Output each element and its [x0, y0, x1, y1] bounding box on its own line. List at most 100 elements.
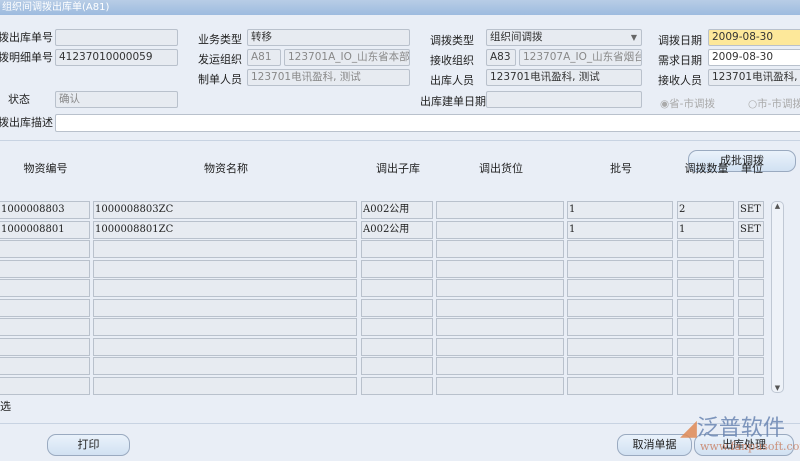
cell-unit[interactable]: SET — [738, 220, 764, 239]
cell-out-subinventory[interactable] — [361, 279, 433, 297]
cell-batch-no[interactable]: 1 — [567, 201, 673, 219]
watermark-logo: ◢泛普软件 — [680, 416, 785, 441]
cell-quantity[interactable] — [677, 357, 734, 375]
recv-person-field[interactable]: 123701电讯盈科, 测试 — [708, 69, 800, 86]
window-title: 组织间调拨出库单(A81) — [0, 0, 800, 15]
cell-batch-no[interactable] — [567, 298, 673, 317]
cell-unit[interactable] — [738, 298, 764, 317]
cell-batch-no[interactable] — [567, 376, 673, 395]
cell-quantity[interactable] — [677, 279, 734, 297]
cell-quantity[interactable] — [677, 337, 734, 356]
transfer-date-label: 调拨日期 — [658, 34, 702, 47]
cell-unit[interactable] — [738, 240, 764, 258]
cell-out-subinventory[interactable] — [361, 259, 433, 278]
cell-out-locator[interactable] — [436, 298, 564, 317]
cell-item-name[interactable] — [93, 298, 357, 317]
cell-item-name[interactable] — [93, 376, 357, 395]
cell-item-code[interactable] — [0, 357, 90, 375]
status-label: 状态 — [8, 93, 30, 106]
out-no-field[interactable] — [55, 29, 178, 46]
biz-type-field: 转移 — [247, 29, 410, 46]
cell-quantity[interactable] — [677, 376, 734, 395]
cell-unit[interactable] — [738, 259, 764, 278]
cell-unit[interactable] — [738, 279, 764, 297]
creator-field: 123701电讯盈科, 测试 — [247, 69, 410, 86]
print-button[interactable]: 打印 — [47, 434, 130, 456]
cell-out-subinventory[interactable] — [361, 318, 433, 336]
cell-batch-no[interactable]: 1 — [567, 220, 673, 239]
cell-item-code[interactable] — [0, 376, 90, 395]
header-unit: 单位 — [741, 162, 763, 175]
cell-out-locator[interactable] — [436, 357, 564, 375]
cell-item-name[interactable] — [93, 259, 357, 278]
cell-item-code[interactable]: 1000008803 — [0, 201, 90, 219]
cell-item-name[interactable] — [93, 337, 357, 356]
radio-empty-icon: ○ — [748, 98, 758, 110]
header-batch-no: 批号 — [610, 162, 632, 175]
cell-out-locator[interactable] — [436, 337, 564, 356]
cell-item-name[interactable] — [93, 357, 357, 375]
radio-city-city[interactable]: ○市-市调拨 — [748, 96, 800, 111]
cell-batch-no[interactable] — [567, 318, 673, 336]
cell-batch-no[interactable] — [567, 259, 673, 278]
cell-item-name[interactable] — [93, 240, 357, 258]
cell-item-name[interactable] — [93, 279, 357, 297]
cell-out-locator[interactable] — [436, 201, 564, 219]
cell-quantity[interactable] — [677, 259, 734, 278]
transfer-date-field[interactable]: 2009-08-30 — [708, 29, 800, 46]
table-scrollbar[interactable]: ▲ ▼ — [771, 201, 784, 393]
cell-unit[interactable] — [738, 357, 764, 375]
need-date-field[interactable]: 2009-08-30 — [708, 49, 800, 66]
cell-out-subinventory[interactable]: A002公用 — [361, 201, 433, 219]
cell-out-locator[interactable] — [436, 279, 564, 297]
out-person-label: 出库人员 — [430, 74, 474, 87]
cell-quantity[interactable]: 2 — [677, 201, 734, 219]
cell-item-name[interactable] — [93, 318, 357, 336]
cell-item-code[interactable] — [0, 259, 90, 278]
cell-batch-no[interactable] — [567, 279, 673, 297]
cell-quantity[interactable]: 1 — [677, 220, 734, 239]
cell-out-locator[interactable] — [436, 220, 564, 239]
cell-item-code[interactable] — [0, 298, 90, 317]
cell-out-subinventory[interactable] — [361, 240, 433, 258]
cell-out-locator[interactable] — [436, 259, 564, 278]
cell-unit[interactable]: SET — [738, 201, 764, 219]
cell-out-subinventory[interactable]: A002公用 — [361, 220, 433, 239]
cell-batch-no[interactable] — [567, 357, 673, 375]
cell-quantity[interactable] — [677, 318, 734, 336]
detail-no-field[interactable]: 41237010000059 — [55, 49, 178, 66]
header-item-code: 物资编号 — [23, 162, 68, 175]
cell-out-subinventory[interactable] — [361, 357, 433, 375]
cell-item-code[interactable] — [0, 337, 90, 356]
cell-out-locator[interactable] — [436, 376, 564, 395]
cell-item-code[interactable]: 1000008801 — [0, 220, 90, 239]
cell-item-name[interactable]: 1000008803ZC — [93, 201, 357, 219]
cell-out-subinventory[interactable] — [361, 337, 433, 356]
cell-quantity[interactable] — [677, 240, 734, 258]
ship-org-label: 发运组织 — [198, 53, 242, 66]
cell-item-name[interactable]: 1000008801ZC — [93, 220, 357, 239]
out-person-field[interactable]: 123701电讯盈科, 测试 — [486, 69, 642, 86]
cell-item-code[interactable] — [0, 279, 90, 297]
scroll-down-icon[interactable]: ▼ — [772, 384, 783, 392]
cell-batch-no[interactable] — [567, 337, 673, 356]
transfer-type-select[interactable]: 组织间调拨 ▼ — [486, 29, 642, 46]
cell-out-subinventory[interactable] — [361, 376, 433, 395]
cell-unit[interactable] — [738, 376, 764, 395]
cell-item-code[interactable] — [0, 318, 90, 336]
need-date-label: 需求日期 — [658, 54, 702, 67]
cell-quantity[interactable] — [677, 298, 734, 317]
cell-unit[interactable] — [738, 318, 764, 336]
radio-city-city-label: 市-市调拨 — [757, 98, 800, 110]
cell-item-code[interactable] — [0, 240, 90, 258]
radio-province-city-label: 省-市调拨 — [669, 98, 715, 110]
radio-province-city[interactable]: ◉省-市调拨 — [660, 96, 715, 111]
desc-field[interactable] — [55, 114, 800, 132]
cell-out-locator[interactable] — [436, 240, 564, 258]
cell-batch-no[interactable] — [567, 240, 673, 258]
cell-out-locator[interactable] — [436, 318, 564, 336]
cell-out-subinventory[interactable] — [361, 298, 433, 317]
cell-unit[interactable] — [738, 337, 764, 356]
desc-label: 拨出库描述 — [0, 116, 53, 129]
scroll-up-icon[interactable]: ▲ — [772, 202, 783, 210]
